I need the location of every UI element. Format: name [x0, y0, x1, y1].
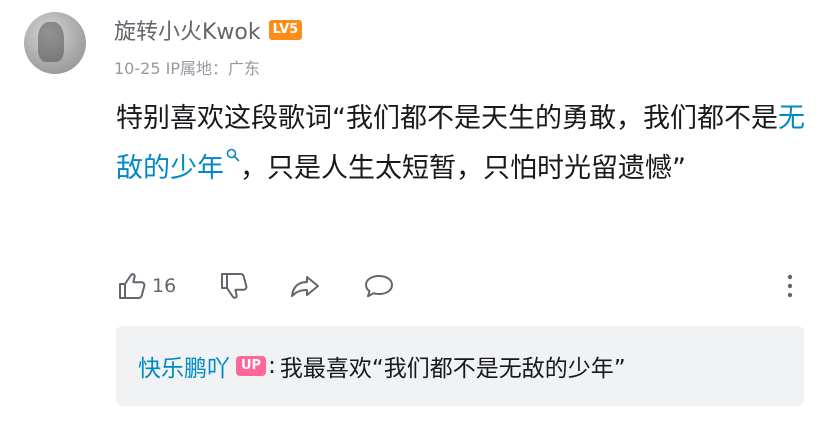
- comment-text-after: ，只是人生太短暂，只怕时光留遗憾”: [240, 153, 686, 184]
- reply-button[interactable]: [362, 268, 396, 304]
- reply-username[interactable]: 快乐鹏吖: [138, 349, 230, 383]
- comment-content: 特别喜欢这段歌词“我们都不是天生的勇敢，我们都不是无敌的少年 ，只是人生太短暂，只…: [116, 94, 806, 194]
- comment-item: 旋转小火Kwok LV5 10-25 IP属地：广东 特别喜欢这段歌词“我们都不…: [0, 0, 828, 426]
- search-icon: [226, 148, 240, 162]
- comment-meta: 10-25 IP属地：广东: [114, 55, 260, 79]
- up-badge: UP: [236, 356, 267, 376]
- comment-bubble-icon: [365, 275, 393, 298]
- thumb-up-icon: [119, 273, 146, 299]
- like-count: 16: [152, 275, 177, 297]
- thumb-down-icon: [221, 273, 248, 299]
- share-arrow-icon: [291, 276, 319, 297]
- like-button[interactable]: 16: [116, 268, 176, 304]
- comment-header: 旋转小火Kwok LV5: [114, 14, 303, 46]
- comment-ip-location: IP属地：广东: [165, 59, 260, 78]
- level-badge: LV5: [268, 20, 303, 40]
- reply-item: 快乐鹏吖 UP : 我最喜欢“我们都不是无敌的少年”: [138, 348, 626, 384]
- avatar-image: [38, 22, 64, 62]
- share-button[interactable]: [288, 268, 322, 304]
- dislike-button[interactable]: [218, 268, 250, 304]
- comment-text-before: 特别喜欢这段歌词“我们都不是天生的勇敢，我们都不是: [116, 103, 778, 134]
- more-button[interactable]: [780, 268, 800, 304]
- comment-date: 10-25: [114, 59, 161, 78]
- reply-colon: :: [268, 353, 276, 379]
- avatar[interactable]: [24, 12, 86, 74]
- reply-preview[interactable]: 快乐鹏吖 UP : 我最喜欢“我们都不是无敌的少年”: [116, 326, 804, 406]
- reply-text: 我最喜欢“我们都不是无敌的少年”: [279, 356, 626, 382]
- comment-username[interactable]: 旋转小火Kwok: [114, 14, 261, 46]
- comment-actions: 16: [116, 268, 806, 304]
- more-vertical-icon: [787, 274, 793, 298]
